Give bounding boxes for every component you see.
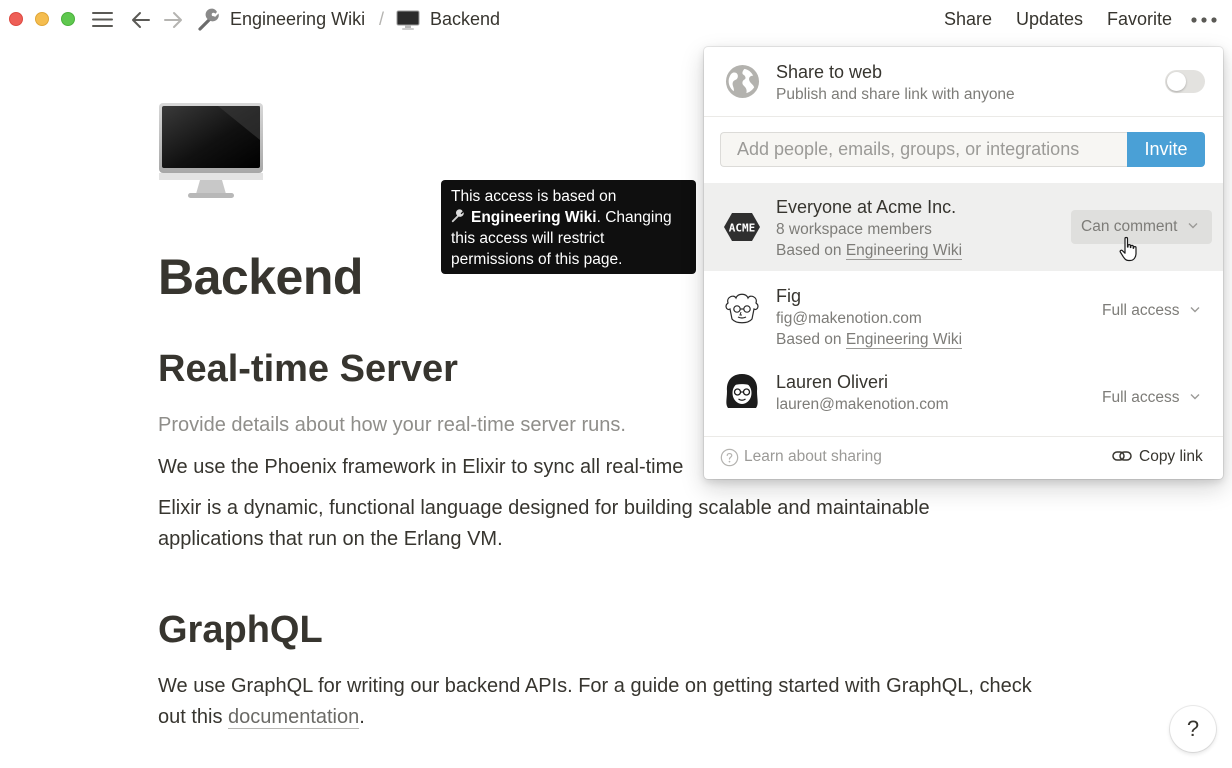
page-icon-desktop-computer[interactable]: [158, 102, 264, 200]
more-options-icon[interactable]: [1190, 15, 1218, 25]
permission-label: Can comment: [1081, 218, 1178, 235]
member-email: fig@makenotion.com: [776, 310, 922, 327]
heading-real-time-server[interactable]: Real-time Server: [158, 348, 458, 391]
elixir-paragraph[interactable]: Elixir is a dynamic, functional language…: [158, 493, 1038, 555]
member-row-fig[interactable]: Fig fig@makenotion.com Based on Engineer…: [704, 273, 1223, 357]
member-row-acme[interactable]: ACME Everyone at Acme Inc. 8 workspace m…: [704, 183, 1223, 271]
window-close-button[interactable]: [9, 12, 23, 26]
member-row-lauren[interactable]: Lauren Oliveri lauren@makenotion.com Ful…: [704, 359, 1223, 429]
desktop-computer-icon: [396, 10, 420, 30]
heading-graphql[interactable]: GraphQL: [158, 609, 323, 652]
share-to-web-subtitle: Publish and share link with anyone: [776, 86, 1015, 103]
acme-logo-icon: ACME: [724, 213, 760, 241]
based-on-label: Based on: [776, 331, 846, 348]
share-popup: Share to web Publish and share link with…: [704, 47, 1223, 479]
sidebar-menu-icon[interactable]: [92, 11, 113, 28]
invite-input[interactable]: [720, 132, 1127, 167]
breadcrumb-separator: /: [379, 9, 385, 29]
invite-button[interactable]: Invite: [1127, 132, 1205, 167]
member-name: Lauren Oliveri: [776, 372, 889, 392]
top-bar: Engineering Wiki / Backend Share Updates…: [0, 0, 1232, 40]
share-to-web-title: Share to web: [776, 62, 883, 82]
breadcrumb-backend[interactable]: Backend: [430, 9, 500, 30]
wrench-icon: [198, 8, 219, 31]
graphql-text-end: .: [359, 706, 365, 728]
permission-dropdown[interactable]: Can comment: [1071, 210, 1212, 244]
chevron-down-icon: [1190, 394, 1200, 400]
wrench-icon: [451, 209, 464, 223]
learn-about-sharing-link[interactable]: Learn about sharing: [744, 448, 882, 466]
copy-link-button[interactable]: Copy link: [1112, 448, 1203, 466]
chevron-down-icon: [1188, 223, 1198, 229]
help-button[interactable]: ?: [1170, 706, 1216, 752]
back-arrow-icon[interactable]: [131, 10, 151, 30]
favorite-button[interactable]: Favorite: [1107, 9, 1172, 30]
graphql-paragraph[interactable]: We use GraphQL for writing our backend A…: [158, 671, 1038, 733]
tooltip-page-name: Engineering Wiki: [471, 209, 597, 226]
based-on-label: Based on: [776, 242, 846, 259]
updates-button[interactable]: Updates: [1016, 9, 1083, 30]
hand-pointer-cursor-icon: [1119, 236, 1137, 262]
chevron-down-icon: [1190, 307, 1200, 313]
help-circle-icon[interactable]: [720, 448, 739, 467]
window-minimize-button[interactable]: [35, 12, 49, 26]
divider: [704, 116, 1223, 117]
copy-link-label: Copy link: [1139, 448, 1203, 465]
share-to-web-toggle[interactable]: [1165, 70, 1205, 93]
based-on-link[interactable]: Engineering Wiki: [845, 331, 963, 349]
permission-label: Full access: [1102, 389, 1180, 406]
access-tooltip: This access is based on Engineering Wiki…: [441, 180, 696, 274]
permission-label: Full access: [1102, 302, 1180, 319]
globe-icon: [725, 64, 760, 99]
member-based-on: Based on Engineering Wiki: [776, 331, 963, 349]
link-icon: [1112, 451, 1132, 461]
permission-dropdown[interactable]: Full access: [1092, 381, 1210, 415]
breadcrumb-engineering-wiki[interactable]: Engineering Wiki: [230, 9, 365, 30]
page-title[interactable]: Backend: [158, 248, 363, 306]
member-based-on: Based on Engineering Wiki: [776, 242, 963, 260]
permission-dropdown[interactable]: Full access: [1092, 294, 1210, 328]
window-zoom-button[interactable]: [61, 12, 75, 26]
lauren-avatar: [726, 374, 758, 408]
fig-avatar: [725, 293, 759, 324]
share-button[interactable]: Share: [944, 9, 992, 30]
divider: [704, 436, 1223, 437]
toggle-knob: [1167, 72, 1186, 91]
based-on-link[interactable]: Engineering Wiki: [845, 242, 963, 260]
tooltip-line-1: This access is based on: [451, 188, 617, 205]
documentation-link[interactable]: documentation: [228, 706, 360, 729]
member-name: Everyone at Acme Inc.: [776, 197, 957, 217]
member-email: lauren@makenotion.com: [776, 396, 949, 413]
member-detail: 8 workspace members: [776, 221, 932, 238]
svg-text:ACME: ACME: [729, 222, 756, 235]
member-name: Fig: [776, 286, 802, 306]
forward-arrow-icon[interactable]: [163, 10, 183, 30]
